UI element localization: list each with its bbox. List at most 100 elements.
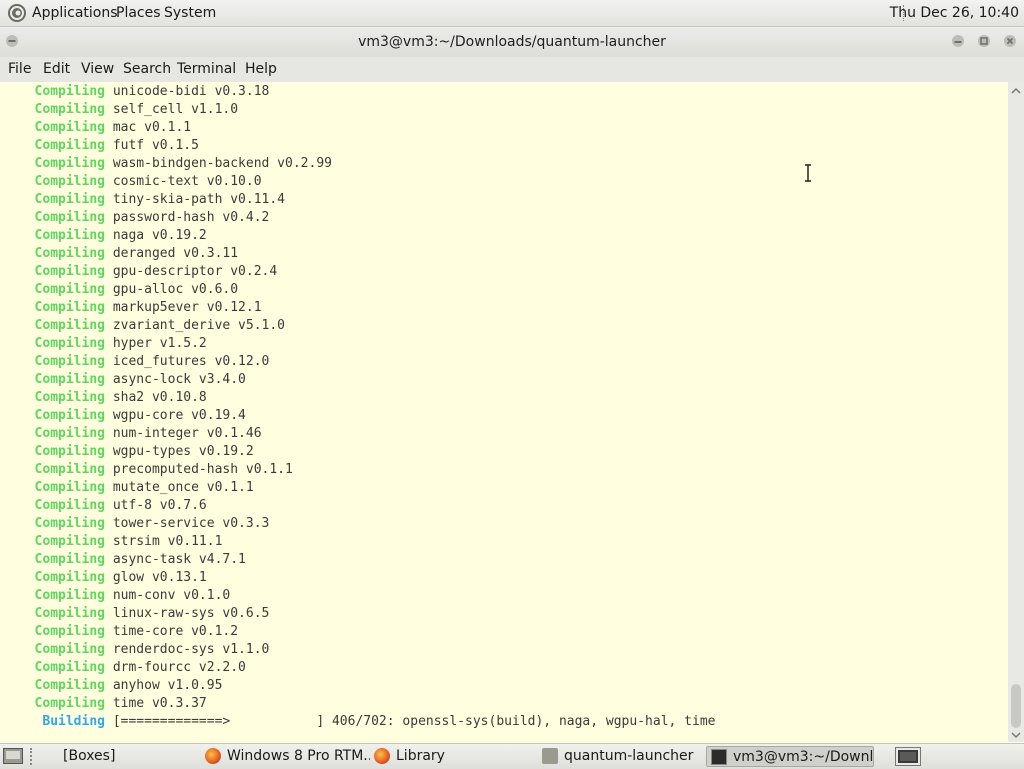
build-status: Compiling (34, 534, 105, 549)
build-text: renderdoc-sys v1.1.0 (105, 642, 270, 657)
build-text: zvariant_derive v5.1.0 (105, 318, 286, 333)
minimize-icon[interactable] (951, 34, 965, 48)
build-text: drm-fourcc v2.2.0 (105, 660, 246, 675)
terminal-line: Compiling time v0.3.37 (25, 695, 207, 713)
terminal-line: Compiling wgpu-types v0.19.2 (25, 443, 254, 461)
applications-menu[interactable]: Applications (32, 5, 118, 21)
build-status: Compiling (34, 354, 105, 369)
scroll-down-arrow-icon[interactable] (1011, 730, 1021, 740)
build-text: sha2 v0.10.8 (105, 390, 207, 405)
build-text: time v0.3.37 (105, 696, 207, 711)
build-status: Compiling (34, 246, 105, 261)
system-menu[interactable]: System (164, 5, 216, 21)
build-text: naga v0.19.2 (105, 228, 207, 243)
build-text: gpu-alloc v0.6.0 (105, 282, 239, 297)
menu-help[interactable]: Help (245, 61, 277, 77)
build-text: password-hash v0.4.2 (105, 210, 270, 225)
task-label: Windows 8 Pro RTM... (227, 748, 370, 764)
ibeam-cursor-icon (805, 164, 811, 182)
build-status: Compiling (34, 192, 105, 207)
terminal-line: Compiling gpu-descriptor v0.2.4 (25, 263, 278, 281)
terminal-line: Compiling hyper v1.5.2 (25, 335, 207, 353)
task-quantum-launcher[interactable]: quantum-launcher (542, 746, 702, 767)
menu-search[interactable]: Search (123, 61, 171, 77)
terminal-line: Compiling cosmic-text v0.10.0 (25, 173, 262, 191)
firefox-icon (374, 748, 390, 764)
build-status: Building (42, 714, 105, 729)
build-status: Compiling (34, 300, 105, 315)
menu-edit[interactable]: Edit (43, 61, 70, 77)
build-text: markup5ever v0.12.1 (105, 300, 262, 315)
scrollbar-thumb[interactable] (1011, 684, 1021, 728)
build-text: futf v0.1.5 (105, 138, 199, 153)
build-status: Compiling (34, 606, 105, 621)
build-status: Compiling (34, 696, 105, 711)
build-text: mutate_once v0.1.1 (105, 480, 254, 495)
build-status: Compiling (34, 156, 105, 171)
terminal-menubar: File Edit View Search Terminal Help (0, 57, 1024, 82)
build-text: wgpu-core v0.19.4 (105, 408, 246, 423)
terminal-line: Compiling sha2 v0.10.8 (25, 389, 207, 407)
build-text: async-task v4.7.1 (105, 552, 246, 567)
task-label: Library (396, 748, 445, 764)
menu-file[interactable]: File (8, 61, 31, 77)
build-status: Compiling (34, 84, 105, 99)
build-text: num-conv v0.1.0 (105, 588, 231, 603)
build-status: Compiling (34, 264, 105, 279)
distro-logo-icon[interactable] (7, 3, 27, 23)
show-desktop-icon[interactable] (3, 748, 23, 764)
task-label: [Boxes] (63, 748, 116, 764)
terminal-line: Compiling mutate_once v0.1.1 (25, 479, 254, 497)
build-text: [=============> ] 406/702: openssl-sys(b… (105, 714, 716, 729)
task-boxes[interactable]: [Boxes] (63, 746, 198, 767)
build-status: Compiling (34, 408, 105, 423)
maximize-icon[interactable] (977, 34, 991, 48)
top-panel: Applications Places System Thu Dec 26, 1… (0, 0, 1024, 27)
terminal-line: Compiling gpu-alloc v0.6.0 (25, 281, 239, 299)
terminal-line: Compiling strsim v0.11.1 (25, 533, 223, 551)
terminal-line: Compiling tower-service v0.3.3 (25, 515, 270, 533)
build-status: Compiling (34, 552, 105, 567)
scroll-up-arrow-icon[interactable] (1011, 86, 1021, 96)
menu-view[interactable]: View (81, 61, 114, 77)
build-status: Compiling (34, 336, 105, 351)
task-terminal[interactable]: vm3@vm3:~/Downl... (706, 746, 874, 767)
build-status: Compiling (34, 588, 105, 603)
build-text: tower-service v0.3.3 (105, 516, 270, 531)
terminal-line: Compiling mac v0.1.1 (25, 119, 192, 137)
window-titlebar[interactable]: vm3@vm3:~/Downloads/quantum-launcher (0, 27, 1024, 57)
build-text: mac v0.1.1 (105, 120, 192, 135)
build-status: Compiling (34, 498, 105, 513)
build-status: Compiling (34, 228, 105, 243)
places-menu[interactable]: Places (116, 5, 161, 21)
terminal-line: Compiling num-integer v0.1.46 (25, 425, 262, 443)
workspace-switcher-icon[interactable] (895, 747, 921, 766)
terminal-line: Compiling markup5ever v0.12.1 (25, 299, 262, 317)
build-text: deranged v0.3.11 (105, 246, 239, 261)
window-title: vm3@vm3:~/Downloads/quantum-launcher (358, 34, 666, 50)
build-text: anyhow v1.0.95 (105, 678, 223, 693)
terminal-line: Compiling tiny-skia-path v0.11.4 (25, 191, 285, 209)
build-text: wgpu-types v0.19.2 (105, 444, 254, 459)
clock[interactable]: Thu Dec 26, 10:40 (890, 5, 1019, 21)
terminal-output[interactable]: Compiling unicode-bidi v0.3.18 Compiling … (0, 82, 1008, 742)
build-status: Compiling (34, 138, 105, 153)
close-icon[interactable] (1003, 34, 1017, 48)
terminal-scrollbar[interactable] (1008, 82, 1024, 742)
task-label: quantum-launcher (564, 748, 694, 764)
terminal-line: Compiling unicode-bidi v0.3.18 (25, 83, 270, 101)
terminal-icon (711, 749, 727, 765)
bottom-panel: [Boxes] Windows 8 Pro RTM... Library qua… (0, 743, 1024, 769)
build-status: Compiling (34, 678, 105, 693)
build-status: Compiling (34, 120, 105, 135)
build-status: Compiling (34, 660, 105, 675)
terminal-line: Compiling deranged v0.3.11 (25, 245, 239, 263)
task-windows8[interactable]: Windows 8 Pro RTM... (205, 746, 370, 767)
task-library[interactable]: Library (374, 746, 534, 767)
menu-terminal[interactable]: Terminal (177, 61, 236, 77)
terminal-line: Compiling num-conv v0.1.0 (25, 587, 231, 605)
build-status: Compiling (34, 174, 105, 189)
build-status: Compiling (34, 210, 105, 225)
terminal-line: Compiling utf-8 v0.7.6 (25, 497, 207, 515)
terminal-line: Compiling drm-fourcc v2.2.0 (25, 659, 246, 677)
